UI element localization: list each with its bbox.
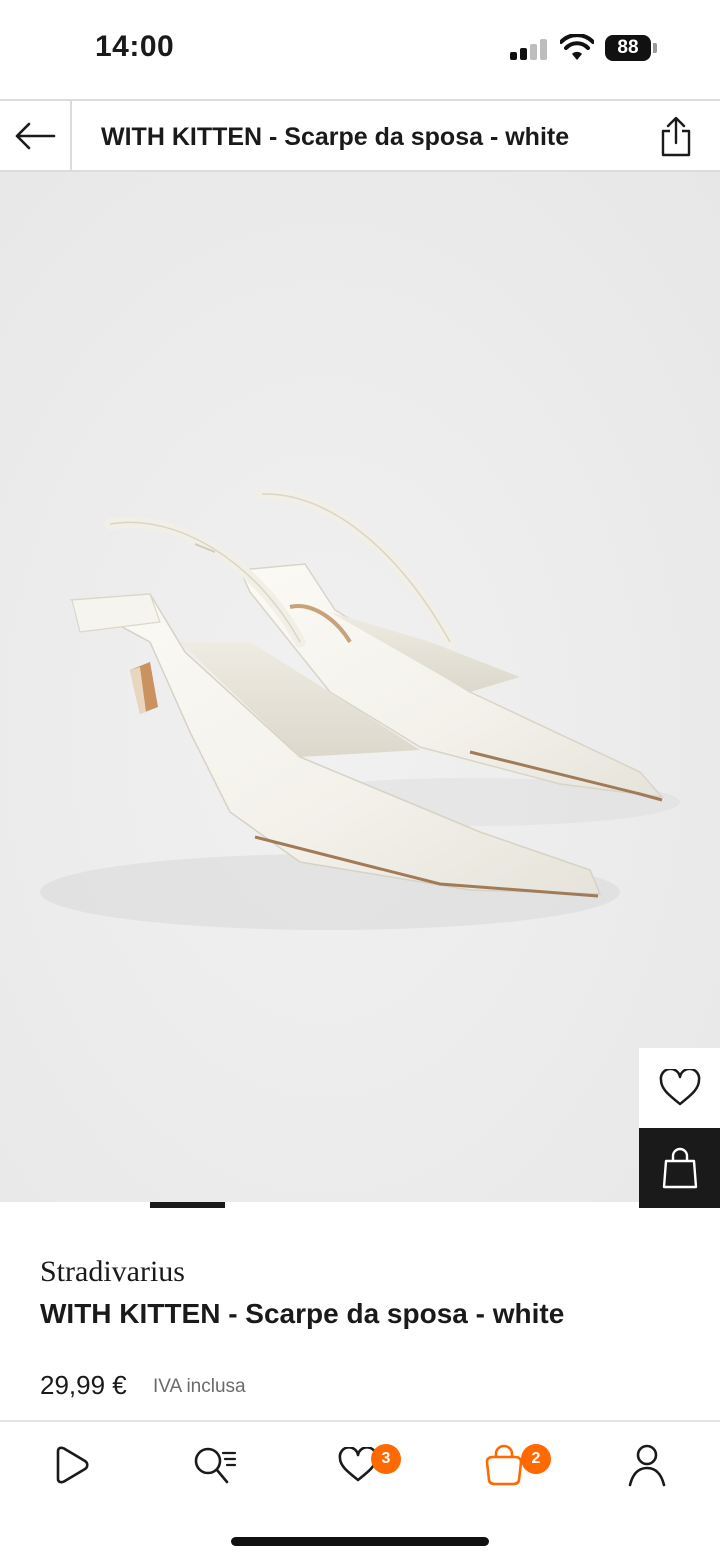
search-icon [194,1447,237,1484]
home-play-icon [56,1446,89,1484]
nav-bag[interactable]: 2 [474,1440,551,1490]
heart-icon [659,1069,700,1106]
header-title: WITH KITTEN - Scarpe da sposa - white [101,123,570,151]
wifi-icon [559,33,595,62]
product-header: WITH KITTEN - Scarpe da sposa - white [0,99,720,172]
nav-home[interactable] [41,1440,101,1490]
add-to-wishlist-button[interactable] [639,1048,720,1128]
status-time: 14:00 [95,30,175,63]
back-button[interactable] [0,101,72,170]
carousel-indicator[interactable] [150,1202,225,1208]
bag-count-badge: 2 [521,1444,551,1474]
home-indicator[interactable] [231,1537,489,1546]
share-icon [661,116,691,157]
wishlist-count-badge: 3 [371,1444,401,1474]
product-image[interactable] [0,172,720,1202]
bag-icon [485,1444,523,1486]
signal-icon [510,38,548,60]
status-bar: 14:00 88 [0,0,720,100]
vat-note: IVA inclusa [153,1376,246,1397]
battery-tip [653,43,657,53]
nav-profile[interactable] [617,1440,677,1490]
brand-name[interactable]: Stradivarius [40,1255,185,1289]
shopping-bag-icon [662,1147,697,1189]
battery-icon: 88 [605,35,651,61]
profile-icon [628,1444,666,1487]
product-price: 29,99 € [40,1370,127,1400]
add-to-bag-button[interactable] [639,1128,720,1208]
nav-wishlist[interactable]: 3 [328,1440,401,1490]
back-arrow-icon [15,122,56,149]
shoes-illustration [40,488,680,930]
nav-search[interactable] [185,1440,245,1490]
product-name: WITH KITTEN - Scarpe da sposa - white [40,1298,565,1329]
share-button[interactable] [650,111,702,163]
